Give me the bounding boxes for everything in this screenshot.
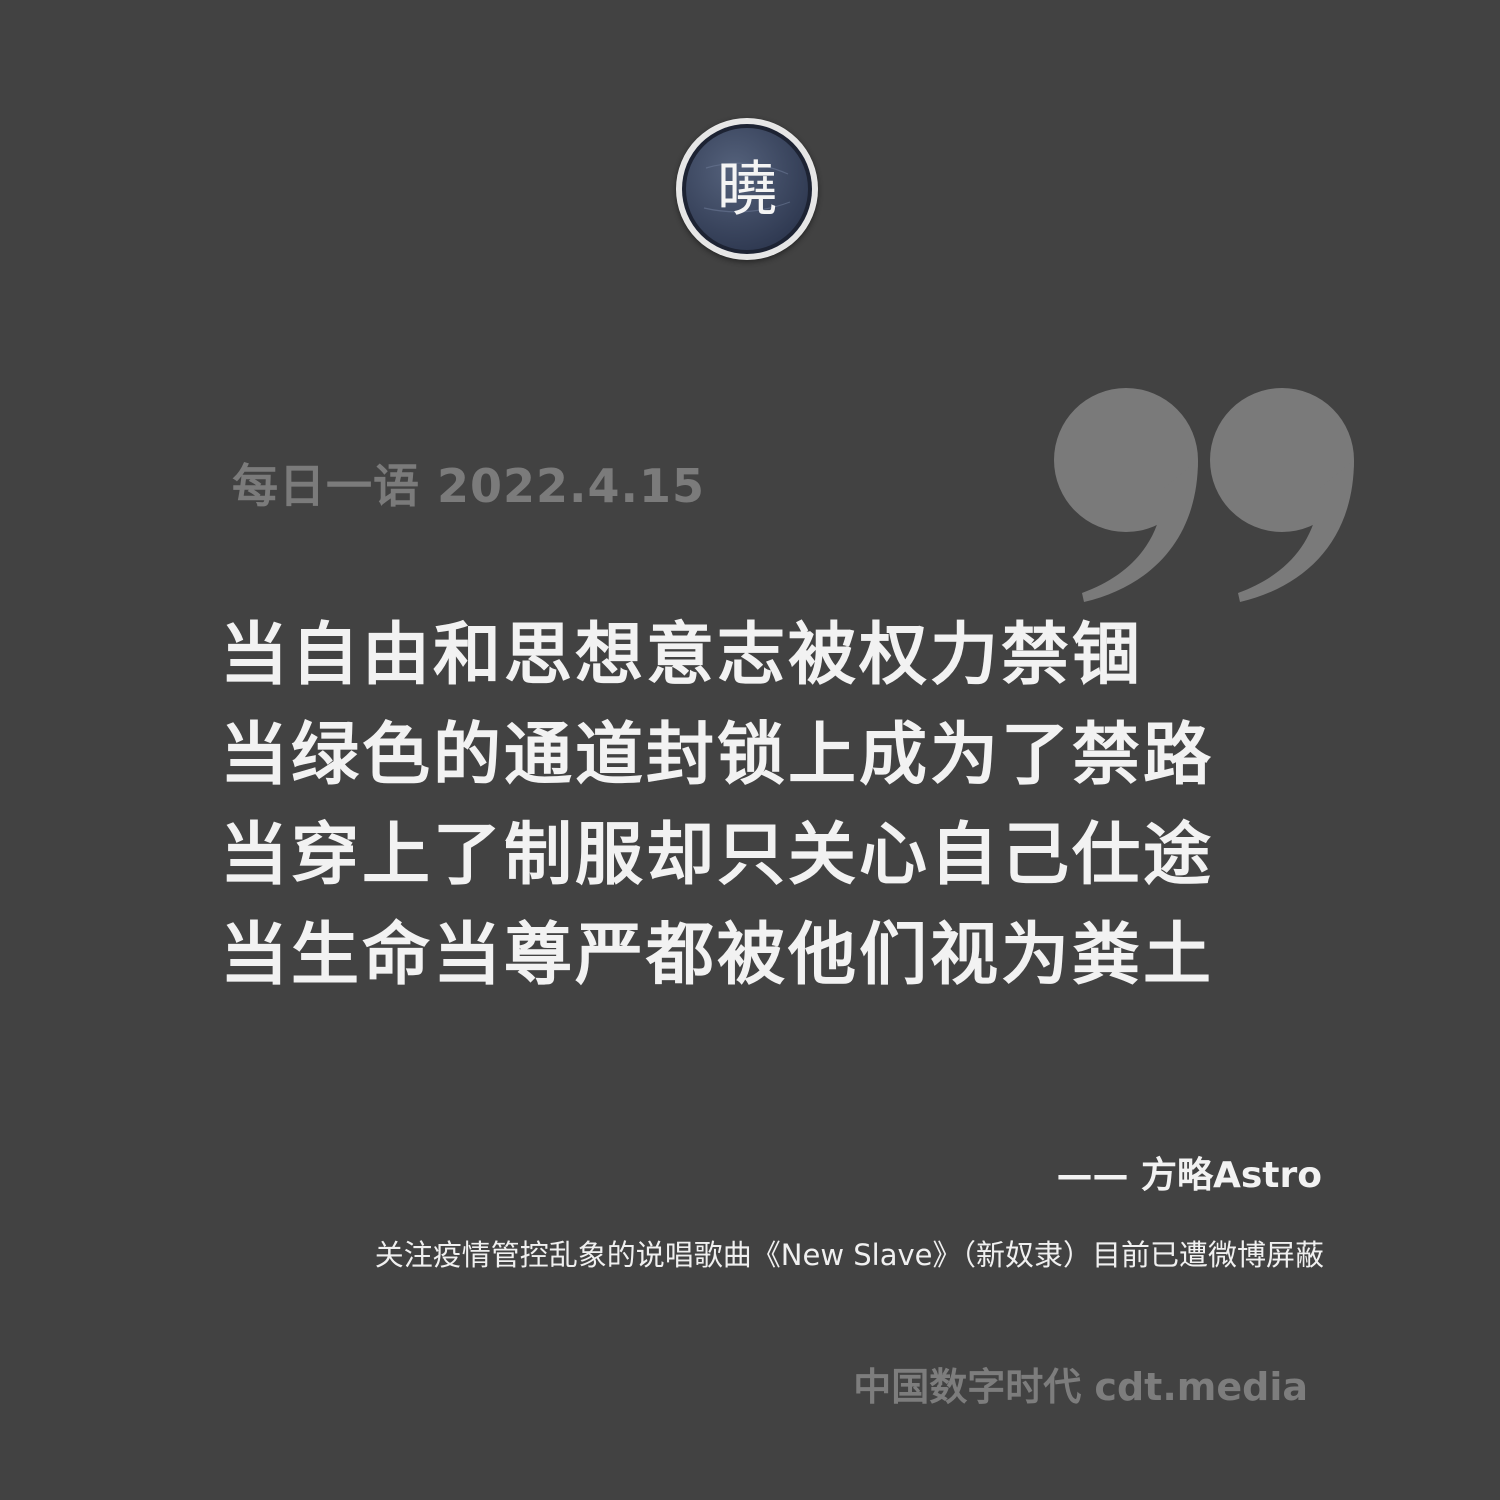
- logo-glyph: 曉: [717, 155, 777, 225]
- author-attribution: —— 方略Astro: [1056, 1155, 1322, 1196]
- quote-line: 当生命当尊严都被他们视为粪土: [220, 915, 1215, 995]
- cdt-seal-logo-icon: 曉: [676, 118, 818, 260]
- quote-lines: 当自由和思想意志被权力禁锢 当绿色的通道封锁上成为了禁路 当穿上了制服却只关心自…: [220, 605, 1214, 1005]
- date-line: 每日一语 2022.4.15: [232, 459, 706, 513]
- closing-quote-icon: [1054, 388, 1354, 602]
- brand-footer: 中国数字时代 cdt.media: [853, 1365, 1308, 1409]
- quote-line: 当穿上了制服却只关心自己仕途: [220, 815, 1215, 895]
- quote-line: 当绿色的通道封锁上成为了禁路: [220, 715, 1215, 795]
- quote-line: 当自由和思想意志被权力禁锢: [220, 615, 1144, 695]
- context-note: 关注疫情管控乱象的说唱歌曲《New Slave》（新奴隶）目前已遭微博屏蔽: [374, 1238, 1324, 1272]
